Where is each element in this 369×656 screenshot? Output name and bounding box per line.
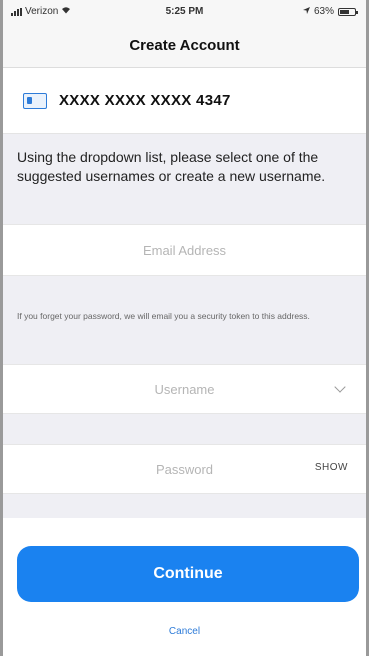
battery-percent: 63%	[313, 6, 334, 17]
credit-card-icon	[23, 92, 47, 109]
location-icon	[302, 6, 310, 17]
status-bar: Verizon 5:25 PM 63%	[3, 0, 366, 24]
phone-screen: Verizon 5:25 PM 63% Create Account XXXX …	[0, 0, 369, 656]
section-divider	[3, 414, 366, 444]
page-title: Create Account	[129, 37, 240, 54]
email-field[interactable]: Email Address	[3, 224, 366, 276]
show-password-button[interactable]: SHOW	[315, 462, 348, 473]
instruction-text: Using the dropdown list, please select o…	[3, 134, 366, 224]
cancel-link[interactable]: Cancel	[3, 626, 366, 637]
card-row: XXXX XXXX XXXX 4347	[3, 68, 366, 134]
continue-button[interactable]: Continue	[17, 546, 359, 602]
status-right: 63%	[302, 6, 358, 17]
email-placeholder: Email Address	[142, 242, 227, 258]
password-placeholder: Password	[155, 461, 214, 477]
action-area: Continue Cancel	[3, 518, 366, 656]
email-hint: If you forget your password, we will ema…	[3, 276, 366, 364]
battery-icon	[338, 7, 358, 16]
section-divider	[3, 494, 366, 518]
username-placeholder: Username	[154, 381, 215, 397]
password-field[interactable]: Password SHOW	[3, 444, 366, 494]
nav-bar: Create Account	[3, 24, 366, 68]
username-dropdown[interactable]: Username	[3, 364, 366, 414]
chevron-down-icon[interactable]	[334, 381, 346, 393]
card-number: XXXX XXXX XXXX 4347	[59, 92, 231, 109]
